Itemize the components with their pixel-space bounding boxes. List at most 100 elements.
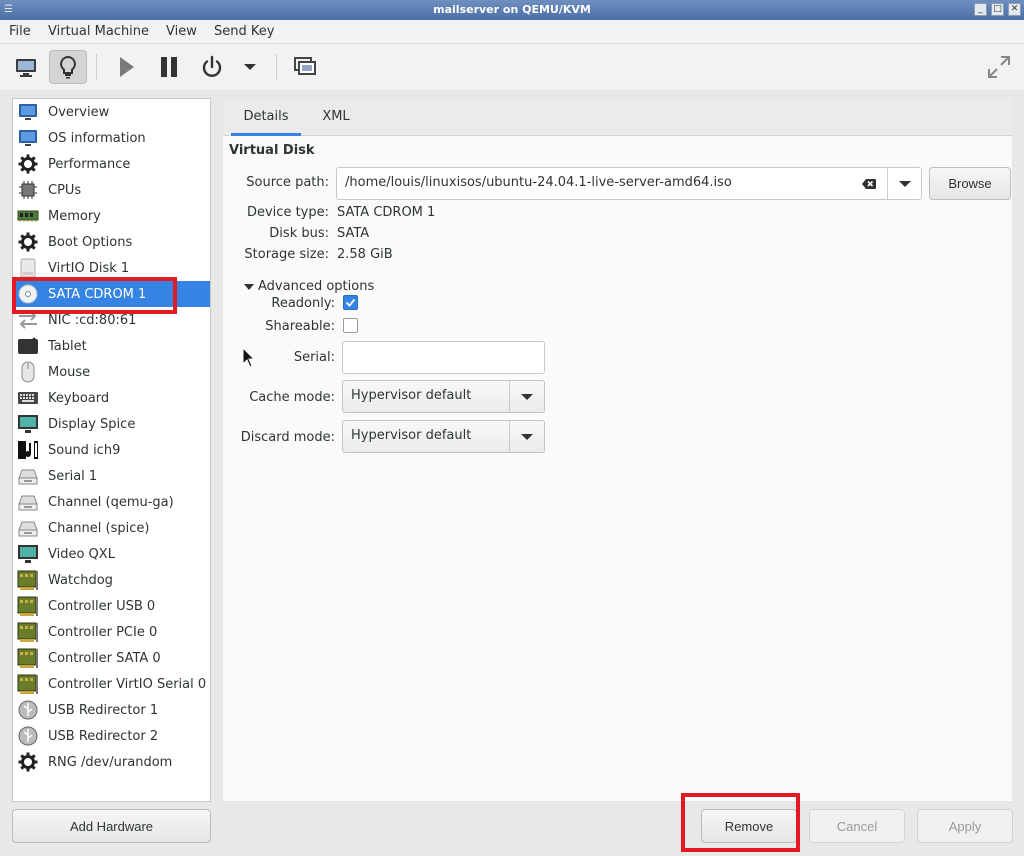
source-path-combo[interactable]: /home/louis/linuxisos/ubuntu-24.04.1-liv…	[336, 167, 922, 200]
sidebar-item-label: Sound ich9	[48, 442, 121, 458]
sidebar-item[interactable]: Controller USB 0	[13, 593, 210, 619]
sidebar-item[interactable]: RNG /dev/urandom	[13, 749, 210, 775]
sidebar-item[interactable]: Controller PCIe 0	[13, 619, 210, 645]
toolbar-separator	[96, 54, 97, 80]
title-bar: ☰ mailserver on QEMU/KVM _ □ ✕	[0, 0, 1024, 20]
fullscreen-icon	[988, 56, 1010, 78]
sidebar-item[interactable]: SATA CDROM 1	[13, 281, 210, 307]
run-button[interactable]	[107, 50, 145, 84]
cdrom-icon	[17, 283, 39, 305]
sidebar-item-label: Video QXL	[48, 546, 115, 562]
clear-icon[interactable]	[861, 176, 877, 192]
cancel-button[interactable]: Cancel	[809, 809, 905, 843]
sidebar-item[interactable]: Performance	[13, 151, 210, 177]
shutdown-menu-button[interactable]	[232, 50, 268, 84]
sidebar-item-label: Channel (qemu-ga)	[48, 494, 174, 510]
sidebar-item[interactable]: Channel (qemu-ga)	[13, 489, 210, 515]
sidebar-item[interactable]: Memory	[13, 203, 210, 229]
serial-icon	[17, 465, 39, 487]
source-path-input[interactable]: /home/louis/linuxisos/ubuntu-24.04.1-liv…	[345, 175, 732, 190]
mouse-cursor-icon	[242, 347, 256, 368]
pause-button[interactable]	[150, 50, 188, 84]
memory-icon	[17, 205, 39, 227]
sidebar-item-label: RNG /dev/urandom	[48, 754, 173, 770]
console-button[interactable]	[7, 50, 45, 84]
sidebar-item[interactable]: Controller VirtIO Serial 0	[13, 671, 210, 697]
tab-details[interactable]: Details	[231, 99, 301, 136]
apply-button[interactable]: Apply	[917, 809, 1013, 843]
add-hardware-button[interactable]: Add Hardware	[12, 809, 211, 843]
menu-file[interactable]: File	[9, 24, 31, 39]
cache-mode-select[interactable]: Hypervisor default	[342, 380, 545, 413]
sidebar-item[interactable]: Watchdog	[13, 567, 210, 593]
readonly-checkbox[interactable]	[343, 295, 358, 310]
advanced-options-expander[interactable]: Advanced options	[243, 279, 374, 294]
sidebar-item-label: Performance	[48, 156, 131, 172]
shutdown-button[interactable]	[193, 50, 231, 84]
fullscreen-button[interactable]	[980, 50, 1018, 84]
source-path-label: Source path:	[246, 175, 329, 190]
gear-icon	[17, 153, 39, 175]
remove-button[interactable]: Remove	[701, 809, 797, 843]
serial-input[interactable]	[342, 341, 545, 374]
sidebar-item-label: OS information	[48, 130, 146, 146]
mouse-icon	[17, 361, 39, 383]
cache-mode-label: Cache mode:	[249, 390, 335, 405]
expander-down-icon	[244, 283, 254, 290]
sidebar-item[interactable]: CPUs	[13, 177, 210, 203]
sidebar-item-label: Display Spice	[48, 416, 136, 432]
sidebar-item-label: CPUs	[48, 182, 82, 198]
shareable-checkbox[interactable]	[343, 318, 358, 333]
power-icon	[202, 55, 222, 77]
disk-bus-label: Disk bus:	[269, 226, 329, 241]
sidebar-item[interactable]: Sound ich9	[13, 437, 210, 463]
sidebar-item[interactable]: USB Redirector 1	[13, 697, 210, 723]
menu-bar: File Virtual Machine View Send Key	[0, 20, 1024, 44]
details-button[interactable]	[49, 50, 87, 84]
sidebar-item-label: VirtIO Disk 1	[48, 260, 130, 276]
details-pane: Details XML Virtual Disk Source path: /h…	[222, 98, 1013, 802]
sidebar-item-label: Overview	[48, 104, 110, 120]
sidebar-item[interactable]: Overview	[13, 99, 210, 125]
sidebar-item[interactable]: VirtIO Disk 1	[13, 255, 210, 281]
sidebar-item[interactable]: Mouse	[13, 359, 210, 385]
browse-button[interactable]: Browse	[929, 167, 1011, 200]
sidebar-item[interactable]: Display Spice	[13, 411, 210, 437]
sidebar-item[interactable]: OS information	[13, 125, 210, 151]
sidebar-item-label: Keyboard	[48, 390, 110, 406]
chevron-down-icon[interactable]	[893, 176, 917, 192]
sidebar-item[interactable]: Serial 1	[13, 463, 210, 489]
tab-xml[interactable]: XML	[311, 99, 361, 136]
maximize-button[interactable]: □	[991, 3, 1004, 16]
sound-icon	[17, 439, 39, 461]
pause-icon	[161, 57, 177, 77]
discard-mode-select[interactable]: Hypervisor default	[342, 420, 545, 453]
sidebar-item-label: Memory	[48, 208, 101, 224]
menu-send-key[interactable]: Send Key	[214, 24, 274, 39]
sidebar-item[interactable]: Controller SATA 0	[13, 645, 210, 671]
sidebar-item-label: Tablet	[48, 338, 87, 354]
tablet-icon	[17, 335, 39, 357]
select-divider	[509, 381, 510, 412]
sidebar-item[interactable]: NIC :cd:80:61	[13, 307, 210, 333]
menu-virtual-machine[interactable]: Virtual Machine	[48, 24, 149, 39]
card-icon	[17, 595, 39, 617]
storage-size-label: Storage size:	[244, 247, 329, 262]
cache-mode-value: Hypervisor default	[351, 388, 472, 403]
menu-view[interactable]: View	[166, 24, 197, 39]
sidebar-item[interactable]: Keyboard	[13, 385, 210, 411]
snapshots-button[interactable]	[286, 50, 324, 84]
monitor-icon	[17, 101, 39, 123]
sidebar-item[interactable]: USB Redirector 2	[13, 723, 210, 749]
tab-bar: Details XML	[223, 99, 1012, 136]
close-button[interactable]: ✕	[1008, 3, 1021, 16]
sidebar-item[interactable]: Video QXL	[13, 541, 210, 567]
sidebar-item[interactable]: Tablet	[13, 333, 210, 359]
toolbar	[0, 44, 1024, 90]
sidebar-item[interactable]: Channel (spice)	[13, 515, 210, 541]
sidebar-item-label: Controller PCIe 0	[48, 624, 158, 640]
sidebar-item-label: Controller USB 0	[48, 598, 156, 614]
minimize-button[interactable]: _	[974, 3, 987, 16]
sidebar-item-label: Controller SATA 0	[48, 650, 161, 666]
sidebar-item[interactable]: Boot Options	[13, 229, 210, 255]
